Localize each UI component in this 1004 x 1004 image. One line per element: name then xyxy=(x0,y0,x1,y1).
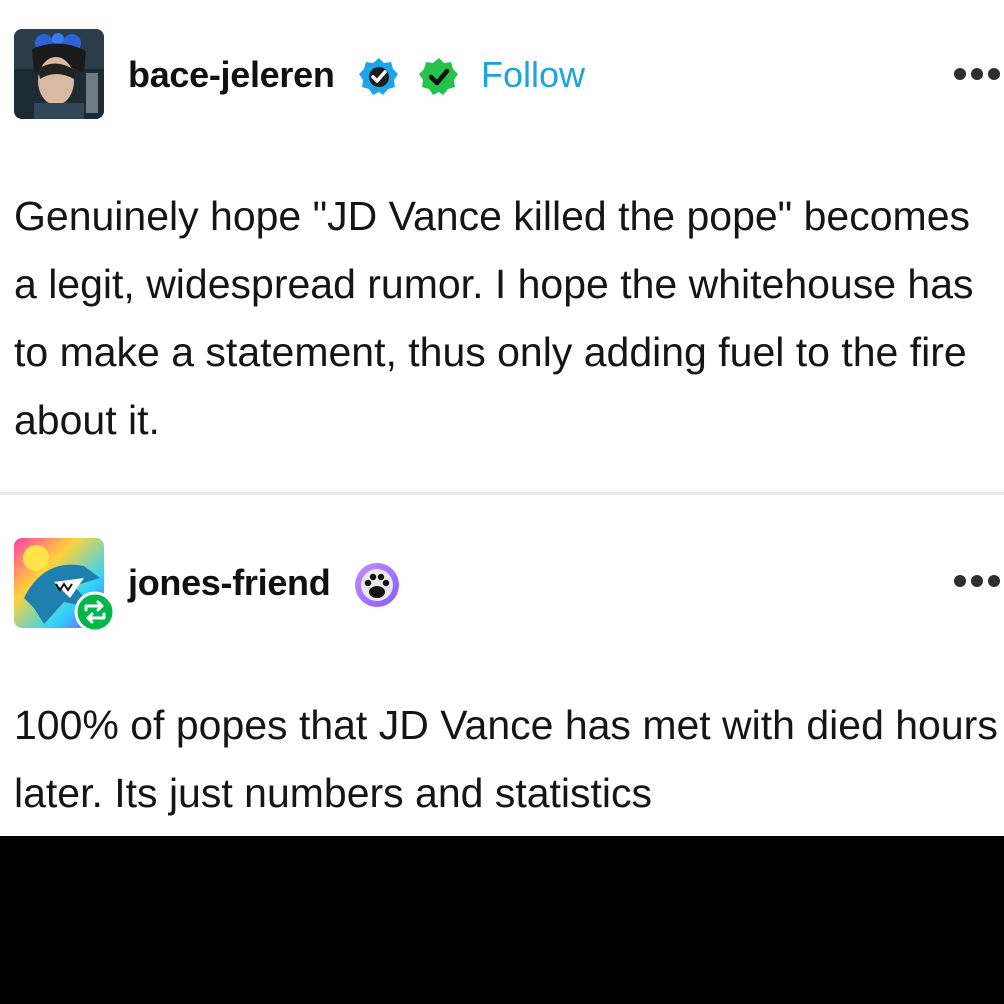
paw-print-badge-icon xyxy=(355,563,399,607)
post-text: 100% of popes that JD Vance has met with… xyxy=(14,702,998,816)
avatar-bace-jeleren[interactable] xyxy=(14,29,104,119)
username[interactable]: jones-friend xyxy=(128,562,331,604)
post-text: Genuinely hope "JD Vance killed the pope… xyxy=(14,193,974,443)
more-options-icon[interactable] xyxy=(954,571,1004,591)
post-thread: bace-jeleren Follow Genuinely hope "JD V… xyxy=(0,0,1004,836)
green-verified-check-icon xyxy=(419,58,458,95)
post-original: bace-jeleren Follow Genuinely hope "JD V… xyxy=(0,0,1004,492)
username[interactable]: bace-jeleren xyxy=(128,54,335,96)
reblog-icon xyxy=(74,591,116,633)
follow-button[interactable]: Follow xyxy=(481,54,585,96)
more-options-icon[interactable] xyxy=(954,64,1004,84)
blue-verified-check-icon xyxy=(359,58,398,95)
post-reblog: jones-friend 100% of popes that JD Vance… xyxy=(0,492,1004,836)
